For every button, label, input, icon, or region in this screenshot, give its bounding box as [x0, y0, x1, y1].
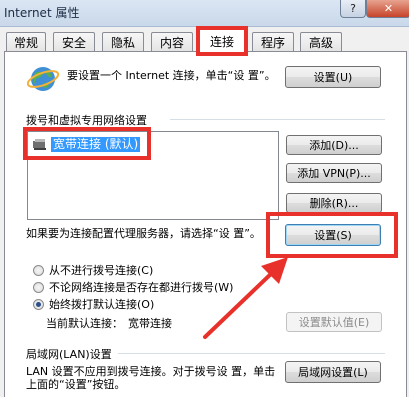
title-bar: Internet 属性 ? ✕: [0, 0, 409, 27]
close-button[interactable]: ✕: [366, 0, 409, 18]
tab-connections[interactable]: 连接: [199, 28, 245, 53]
tab-privacy[interactable]: 隐私: [102, 32, 144, 52]
add-vpn-button[interactable]: 添加 VPN(P)...: [286, 163, 382, 183]
tab-general[interactable]: 常规: [6, 32, 46, 52]
current-default-label: 当前默认连接：: [46, 317, 123, 330]
internet-globe-icon: [27, 67, 60, 91]
lan-settings-button[interactable]: 局域网设置(L): [285, 361, 381, 383]
lan-section-title: 局域网(LAN)设置: [26, 348, 112, 361]
dialup-section-title: 拨号和虚拟专用网络设置: [26, 114, 147, 127]
radio-label: 始终拨打默认连接(O): [49, 298, 155, 311]
radio-circle-selected: [33, 298, 44, 310]
help-button[interactable]: ?: [340, 0, 366, 18]
lan-divider: [118, 353, 385, 354]
connections-list[interactable]: 宽带连接 (默认): [27, 131, 279, 220]
list-item-label: 宽带连接 (默认): [51, 136, 141, 152]
window-title: Internet 属性: [4, 6, 80, 20]
radio-circle: [33, 264, 44, 276]
proxy-description: 如果要为连接配置代理服务器，请选择“设 置”。: [26, 227, 261, 240]
radio-label: 从不进行拨号连接(C): [49, 264, 154, 277]
lan-description: LAN 设置不应用到拨号连接。对于拨号设 置，单击上面的“设置”按钮。: [26, 365, 276, 391]
broadband-connection-icon: [33, 139, 46, 150]
set-default-button[interactable]: 设置默认值(E): [286, 312, 382, 332]
add-button[interactable]: 添加(D)...: [286, 135, 382, 155]
setup-description: 要设置一个 Internet 连接，单击“设 置”。: [67, 69, 276, 82]
remove-button[interactable]: 删除(R)...: [286, 193, 382, 213]
setup-button[interactable]: 设置(U): [285, 66, 381, 88]
tab-security[interactable]: 安全: [53, 32, 95, 52]
radio-circle: [33, 281, 44, 293]
tab-content[interactable]: 内容: [151, 32, 193, 52]
tab-advanced[interactable]: 高级: [300, 32, 342, 52]
radio-always-dial-default[interactable]: 始终拨打默认连接(O): [33, 296, 154, 312]
dialup-divider: [170, 119, 385, 120]
tab-programs[interactable]: 程序: [252, 32, 294, 52]
proxy-settings-button[interactable]: 设置(S): [285, 224, 381, 246]
radio-dial-whenever[interactable]: 不论网络连接是否存在都进行拨号(W): [33, 279, 233, 295]
radio-label: 不论网络连接是否存在都进行拨号(W): [49, 281, 234, 294]
current-default-value: 宽带连接: [128, 317, 172, 330]
tab-strip: 常规 安全 隐私 内容 连接 程序 高级: [0, 28, 409, 53]
radio-never-dial[interactable]: 从不进行拨号连接(C): [33, 262, 153, 278]
list-item[interactable]: 宽带连接 (默认): [32, 136, 141, 152]
